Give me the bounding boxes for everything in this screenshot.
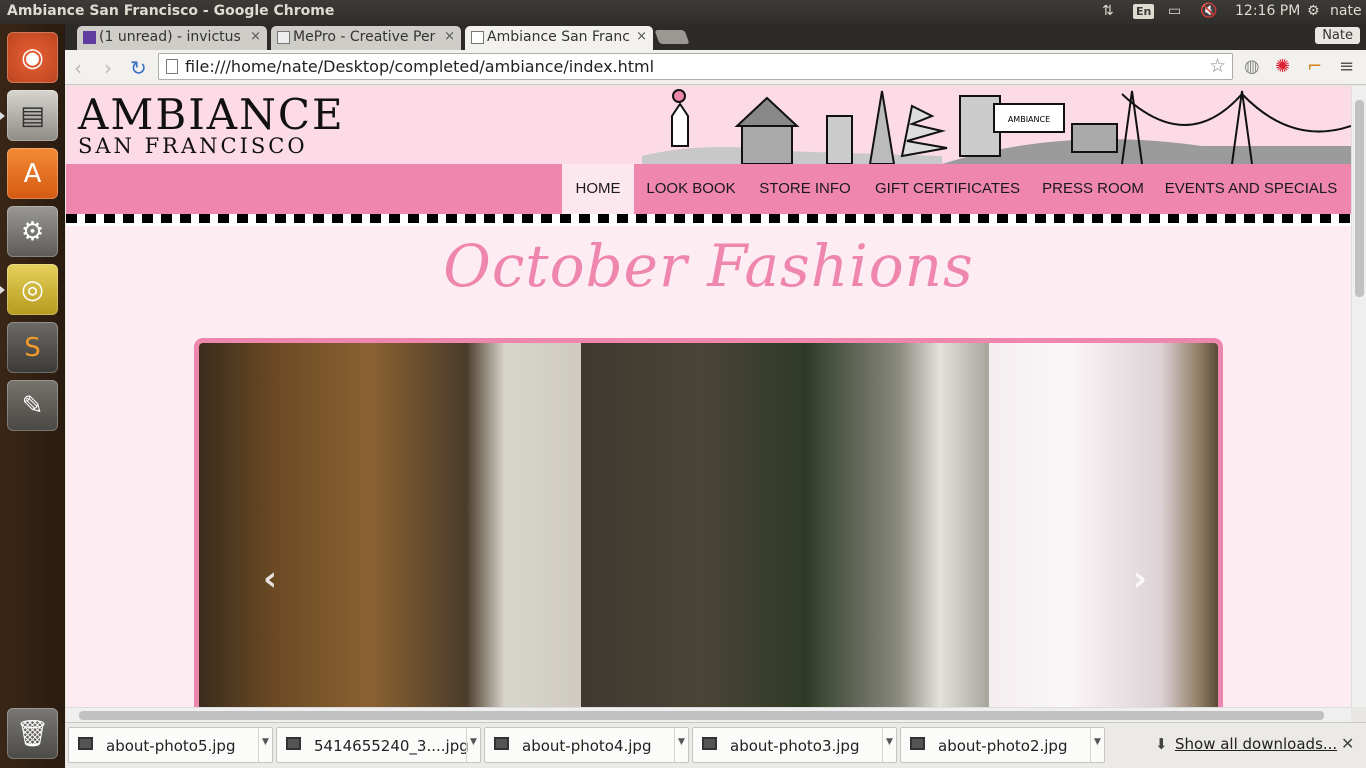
session-user[interactable]: nate [1330, 3, 1362, 19]
checkered-divider [66, 214, 1351, 226]
sublime-text-icon[interactable]: S [7, 322, 58, 373]
launcher: ◉ ▤ A ⚙ ◎ S ✎ 🗑 [0, 24, 65, 768]
close-icon[interactable]: × [250, 29, 261, 44]
page-icon [471, 31, 484, 44]
vertical-scrollbar[interactable] [1351, 86, 1366, 707]
image-file-icon [494, 737, 509, 750]
chrome-icon[interactable]: ◎ [7, 264, 58, 315]
photo-carousel[interactable]: ‹ › [194, 338, 1223, 707]
keyboard-indicator[interactable]: En [1133, 4, 1155, 19]
chevron-down-icon[interactable]: ▼ [258, 728, 272, 762]
system-settings-icon[interactable]: ⚙ [7, 206, 58, 257]
gear-icon[interactable]: ⚙ [1307, 3, 1320, 19]
forward-button[interactable]: › [104, 56, 112, 80]
new-tab-button[interactable] [654, 30, 690, 44]
browser-window: (1 unread) - invictus × MePro - Creative… [65, 24, 1366, 768]
network-icon[interactable]: ⇅ [1102, 3, 1114, 19]
carousel-prev-button[interactable]: ‹ [263, 559, 277, 599]
horizontal-scrollbar[interactable] [66, 707, 1351, 722]
download-item[interactable]: about-photo4.jpg ▼ [484, 727, 689, 763]
chevron-down-icon[interactable]: ▼ [674, 728, 688, 762]
download-filename: about-photo3.jpg [730, 737, 860, 755]
store-sign-text: AMBIANCE [1008, 115, 1050, 124]
download-item[interactable]: about-photo2.jpg ▼ [900, 727, 1105, 763]
carousel-next-button[interactable]: › [1133, 559, 1147, 599]
download-arrow-icon: ⬇ [1155, 735, 1168, 753]
page-viewport: AMBIANCE SAN FRANCISCO AMBIANCE HOME LOO… [66, 86, 1351, 707]
profile-button[interactable]: Nate [1315, 27, 1360, 44]
menu-icon[interactable]: ≡ [1339, 56, 1354, 77]
download-filename: 5414655240_3....jpg [314, 737, 469, 755]
address-bar[interactable]: file:///home/nate/Desktop/completed/ambi… [158, 53, 1233, 80]
carousel-photo-partial [989, 343, 1218, 707]
download-filename: about-photo5.jpg [106, 737, 236, 755]
nav-store-info[interactable]: STORE INFO [755, 164, 855, 214]
close-icon[interactable]: × [636, 29, 647, 44]
bookmark-star-icon[interactable]: ☆ [1209, 55, 1226, 77]
download-filename: about-photo2.jpg [938, 737, 1068, 755]
page-icon [166, 59, 178, 74]
address-text[interactable]: file:///home/nate/Desktop/completed/ambi… [185, 57, 654, 76]
main-content: October Fashions ‹ › [66, 226, 1351, 707]
carousel-photo-doorway [199, 343, 581, 707]
site-logo[interactable]: AMBIANCE [78, 90, 345, 139]
trash-icon[interactable]: 🗑 [7, 708, 58, 759]
download-shelf: about-photo5.jpg ▼ 5414655240_3....jpg ▼… [65, 722, 1366, 768]
image-file-icon [910, 737, 925, 750]
site-nav: HOME LOOK BOOK STORE INFO GIFT CERTIFICA… [66, 164, 1351, 214]
tab-label: Ambiance San Franc [487, 29, 630, 45]
mail-icon [83, 31, 96, 44]
chevron-down-icon[interactable]: ▼ [1090, 728, 1104, 762]
page-headline: October Fashions [443, 232, 974, 300]
download-item[interactable]: about-photo5.jpg ▼ [68, 727, 273, 763]
extension-icon[interactable]: ⌐ [1307, 56, 1322, 77]
download-item[interactable]: 5414655240_3....jpg ▼ [276, 727, 481, 763]
running-indicator [0, 286, 5, 294]
top-panel: Ambiance San Francisco - Google Chrome ⇅… [0, 0, 1366, 24]
image-file-icon [286, 737, 301, 750]
chevron-down-icon[interactable]: ▼ [466, 728, 480, 762]
toolbar: ‹ › ↻ file:///home/nate/Desktop/complete… [65, 50, 1366, 85]
reload-button[interactable]: ↻ [130, 56, 147, 80]
tab-strip: (1 unread) - invictus × MePro - Creative… [65, 24, 1366, 50]
image-file-icon [702, 737, 717, 750]
nav-press-room[interactable]: PRESS ROOM [1037, 164, 1149, 214]
tab-mepro[interactable]: MePro - Creative Per × [271, 26, 461, 50]
chevron-down-icon[interactable]: ▼ [882, 728, 896, 762]
software-center-icon[interactable]: A [7, 148, 58, 199]
tab-label: MePro - Creative Per [293, 29, 436, 45]
running-indicator [0, 112, 5, 120]
window-title: Ambiance San Francisco - Google Chrome [7, 3, 335, 19]
files-icon[interactable]: ▤ [7, 90, 58, 141]
close-icon[interactable]: × [444, 29, 455, 44]
download-item[interactable]: about-photo3.jpg ▼ [692, 727, 897, 763]
volume-muted-icon[interactable]: 🔇 [1200, 3, 1217, 19]
scrollbar-thumb[interactable] [79, 711, 1324, 720]
ubuntu-dash-icon[interactable]: ◉ [7, 32, 58, 83]
image-file-icon [78, 737, 93, 750]
tab-mail[interactable]: (1 unread) - invictus × [77, 26, 267, 50]
gimp-icon[interactable]: ✎ [7, 380, 58, 431]
site-header: AMBIANCE SAN FRANCISCO AMBIANCE [66, 86, 1351, 164]
site-logo-subtitle: SAN FRANCISCO [78, 134, 308, 158]
battery-icon[interactable]: ▭ [1168, 3, 1181, 19]
nav-home[interactable]: HOME [562, 164, 634, 214]
back-button[interactable]: ‹ [74, 56, 82, 80]
tab-ambiance[interactable]: Ambiance San Franc × [465, 26, 653, 50]
sf-skyline-illustration: AMBIANCE [642, 89, 1351, 164]
mepro-icon [277, 31, 290, 44]
tab-label: (1 unread) - invictus [99, 29, 241, 45]
clock[interactable]: 12:16 PM [1235, 3, 1300, 19]
download-filename: about-photo4.jpg [522, 737, 652, 755]
scrollbar-thumb[interactable] [1355, 100, 1364, 297]
nav-events-and-specials[interactable]: EVENTS AND SPECIALS [1161, 164, 1341, 214]
carousel-photo-green-dress [581, 343, 989, 707]
nav-gift-certificates[interactable]: GIFT CERTIFICATES [870, 164, 1025, 214]
extension-icon[interactable]: ◍ [1244, 56, 1260, 77]
nav-look-book[interactable]: LOOK BOOK [641, 164, 741, 214]
color-picker-icon[interactable]: ✺ [1275, 56, 1290, 77]
close-icon[interactable]: ✕ [1341, 734, 1354, 753]
show-all-downloads-link[interactable]: Show all downloads... [1175, 735, 1337, 753]
